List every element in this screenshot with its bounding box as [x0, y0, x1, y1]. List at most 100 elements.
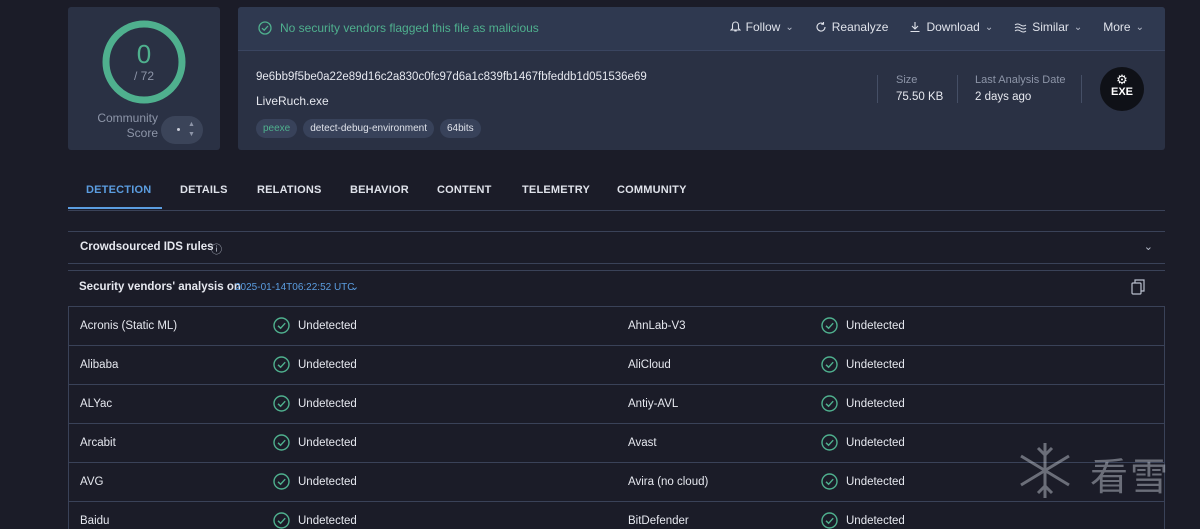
vendor-name: Avast: [628, 437, 657, 449]
table-row: Baidu Undetected BitDefender Undetected: [69, 502, 1164, 529]
check-circle-icon: [273, 473, 290, 490]
table-row: AVG Undetected Avira (no cloud) Undetected: [69, 463, 1164, 502]
table-row: ALYac Undetected Antiy-AVL Undetected: [69, 385, 1164, 424]
vendor-result: Undetected: [298, 320, 357, 332]
divider: [1081, 75, 1082, 103]
follow-button[interactable]: Follow ⌄: [729, 20, 794, 34]
reanalyze-button[interactable]: Reanalyze: [815, 20, 889, 34]
action-toolbar: Follow ⌄ Reanalyze Download ⌄ Similar ⌄ …: [729, 20, 1165, 34]
chevron-down-icon: ⌄: [984, 21, 994, 33]
tab-relations[interactable]: RELATIONS: [257, 184, 322, 196]
vendor-name: Avira (no cloud): [628, 476, 709, 488]
detection-total: / 72: [133, 69, 154, 83]
chevron-down-icon[interactable]: ⌄: [1144, 240, 1153, 253]
date-value: 2 days ago: [975, 91, 1032, 103]
check-circle-icon: [258, 21, 272, 35]
vendor-name: AhnLab-V3: [628, 320, 686, 332]
ids-rules-title: Crowdsourced IDS rules: [80, 241, 214, 253]
tab-community[interactable]: COMMUNITY: [617, 184, 687, 196]
caret-up-icon[interactable]: ▲: [188, 121, 195, 128]
vendor-result: Undetected: [846, 476, 905, 488]
download-button[interactable]: Download ⌄: [909, 20, 993, 34]
follow-label: Follow: [745, 20, 781, 34]
check-circle-icon: [273, 395, 290, 412]
summary-header: No security vendors flagged this file as…: [238, 7, 1165, 51]
check-circle-icon: [821, 473, 838, 490]
watermark: 看雪: [1010, 438, 1170, 503]
vendor-name: Arcabit: [80, 437, 116, 449]
tab-bar: DETECTION DETAILS RELATIONS BEHAVIOR CON…: [68, 170, 1165, 211]
check-circle-icon: [821, 434, 838, 451]
tab-detection[interactable]: DETECTION: [86, 184, 151, 196]
chevron-down-icon: ⌄: [1073, 21, 1083, 33]
vendor-name: Antiy-AVL: [628, 398, 679, 410]
download-icon: [910, 22, 920, 33]
similar-label: Similar: [1032, 20, 1069, 34]
table-row: Acronis (Static ML) Undetected AhnLab-V3 Un…: [69, 307, 1164, 346]
score-dot-icon: [177, 128, 180, 131]
active-tab-indicator: [68, 207, 162, 209]
file-size: Size 75.50 KB: [896, 74, 943, 103]
vendor-result: Undetected: [298, 437, 357, 449]
similar-button[interactable]: Similar ⌄: [1014, 20, 1082, 34]
divider: [957, 75, 958, 103]
vendor-result: Undetected: [846, 320, 905, 332]
status-message: No security vendors flagged this file as…: [258, 21, 539, 35]
info-icon[interactable]: ⓘ: [211, 241, 222, 257]
exe-file-type-icon: ⚙ EXE: [1100, 67, 1144, 111]
refresh-icon: [816, 22, 826, 32]
copy-icon[interactable]: [1131, 279, 1145, 295]
last-analysis-date: Last Analysis Date 2 days ago: [975, 74, 1066, 103]
community-score-label: Community Score: [97, 111, 158, 140]
reanalyze-label: Reanalyze: [831, 20, 889, 34]
vendors-analysis-title: Security vendors' analysis on: [79, 281, 241, 293]
check-circle-icon: [273, 434, 290, 451]
size-value: 75.50 KB: [896, 91, 944, 103]
caret-down-icon[interactable]: ▼: [188, 131, 195, 138]
vendor-result: Undetected: [846, 515, 905, 527]
date-label: Last Analysis Date: [975, 74, 1066, 86]
vendor-name: BitDefender: [628, 515, 689, 527]
vendor-results-table: Acronis (Static ML) Undetected AhnLab-V3 Un…: [68, 306, 1165, 529]
file-type-text: EXE: [1110, 86, 1133, 98]
similar-icon: [1014, 23, 1027, 32]
score-card: 0 / 72 Community Score ▲ ▼: [68, 7, 220, 150]
download-label: Download: [926, 20, 980, 34]
watermark-text: 看雪: [1090, 455, 1171, 499]
status-text: No security vendors flagged this file as…: [280, 21, 539, 35]
analysis-date[interactable]: 2025-01-14T06:22:52 UTC: [235, 282, 355, 293]
detection-count: 0: [136, 39, 152, 69]
vendor-result: Undetected: [298, 359, 357, 371]
chevron-down-icon: ⌄: [1135, 21, 1144, 33]
vendor-name: Acronis (Static ML): [80, 320, 178, 332]
vendor-name: Alibaba: [80, 359, 119, 371]
ids-rules-section[interactable]: Crowdsourced IDS rules ⓘ ⌄: [68, 231, 1165, 264]
tag-detect-debug-environment[interactable]: detect-debug-environment: [303, 119, 434, 138]
community-score-vote[interactable]: ▲ ▼: [161, 116, 203, 144]
tab-telemetry[interactable]: TELEMETRY: [522, 184, 590, 196]
vendor-name: Baidu: [80, 515, 110, 527]
size-label: Size: [896, 74, 918, 86]
check-circle-icon: [273, 317, 290, 334]
chevron-down-icon: ⌄: [785, 21, 794, 33]
tab-behavior[interactable]: BEHAVIOR: [350, 184, 409, 196]
vendor-result: Undetected: [298, 476, 357, 488]
check-circle-icon: [821, 395, 838, 412]
vendor-name: ALYac: [80, 398, 113, 410]
tag-peexe[interactable]: peexe: [256, 119, 298, 138]
chevron-down-icon[interactable]: ⌄: [350, 280, 359, 293]
vendor-name: AliCloud: [628, 359, 671, 371]
file-summary-panel: No security vendors flagged this file as…: [238, 7, 1165, 150]
vendor-result: Undetected: [298, 398, 357, 410]
more-button[interactable]: More ⌄: [1103, 20, 1144, 34]
check-circle-icon: [821, 317, 838, 334]
vendor-result: Undetected: [298, 515, 357, 527]
file-hash[interactable]: 9e6bb9f5be0a22e89d16c2a830c0fc97d6a1c839…: [256, 71, 647, 83]
vendor-result: Undetected: [846, 398, 905, 410]
check-circle-icon: [273, 356, 290, 373]
vendors-analysis-header: Security vendors' analysis on 2025-01-14…: [68, 270, 1165, 306]
tab-details[interactable]: DETAILS: [180, 184, 228, 196]
snowflake-logo-icon: [1020, 443, 1070, 498]
tab-content[interactable]: CONTENT: [437, 184, 492, 196]
tag-64bits[interactable]: 64bits: [440, 119, 481, 138]
